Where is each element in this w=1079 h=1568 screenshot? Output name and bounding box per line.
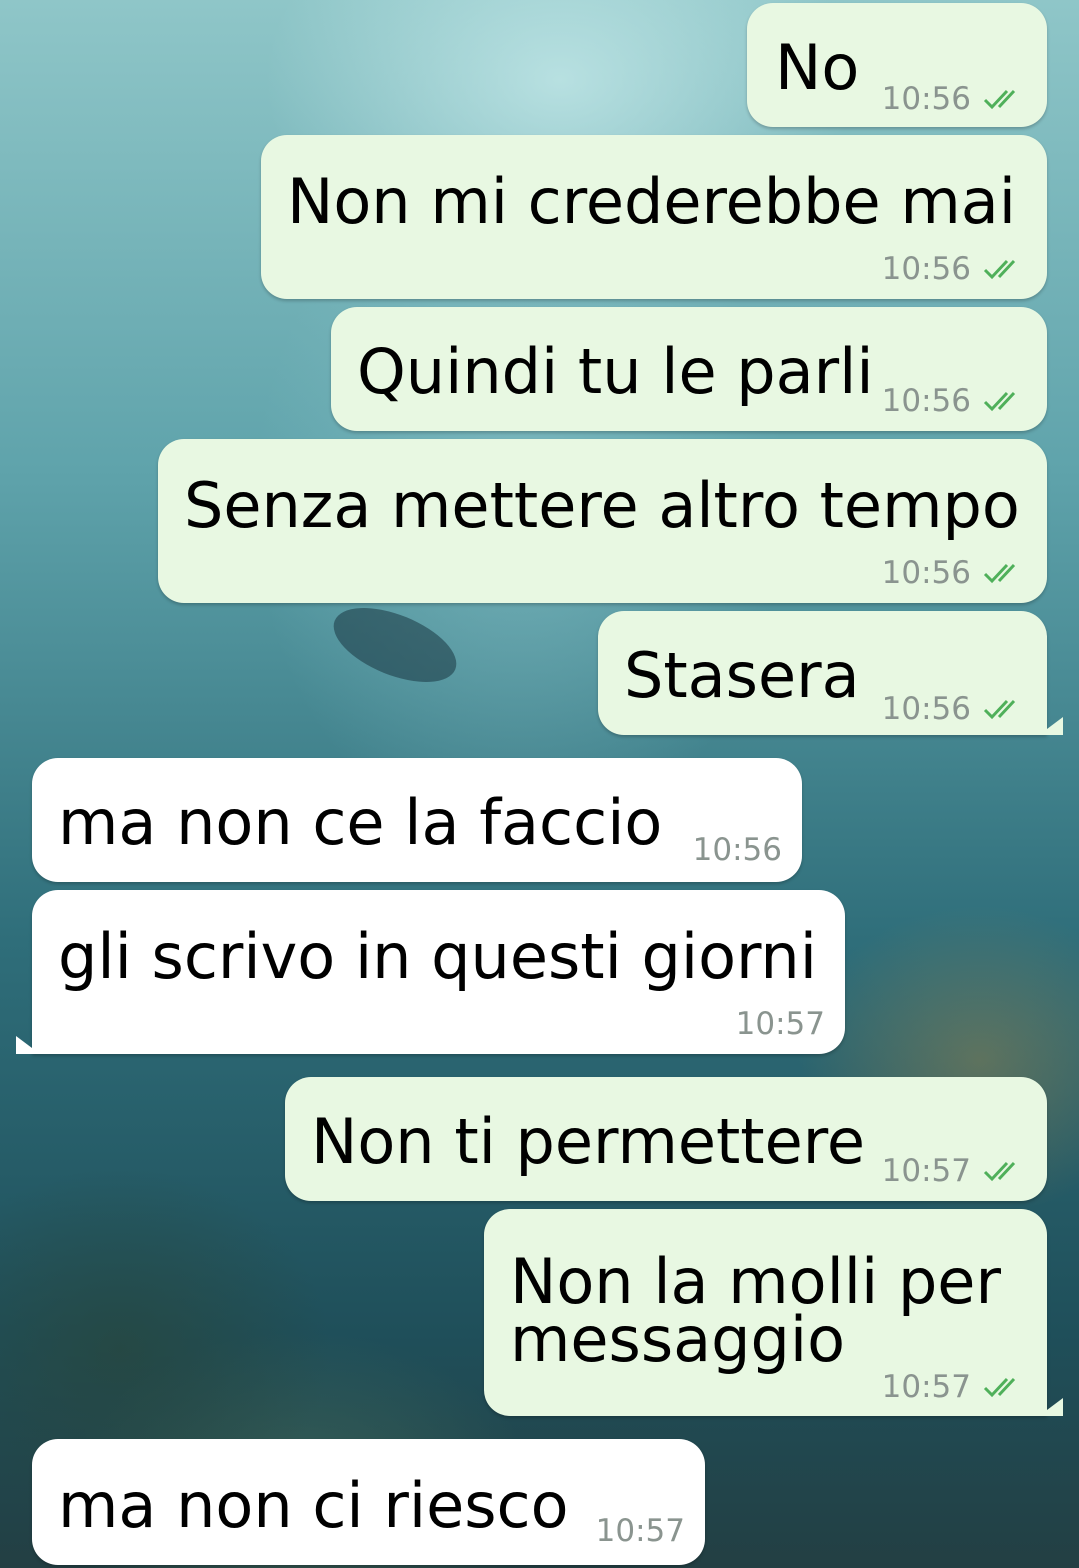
message-text: No [775, 31, 860, 104]
message-time: 10:56 [881, 251, 971, 287]
message-text: gli scrivo in questi giorni [58, 920, 817, 993]
outgoing-message[interactable]: Quindi tu le parli 10:56 [331, 307, 1047, 431]
incoming-message[interactable]: gli scrivo in questi giorni 10:57 [16, 890, 845, 1054]
message-time: 10:56 [881, 383, 971, 419]
message-meta: 10:56 [882, 555, 1027, 591]
read-double-check-icon [983, 1377, 1016, 1398]
bubble-tail [16, 1036, 40, 1054]
message-text: ma non ci riesco [58, 1469, 569, 1542]
message-time: 10:57 [595, 1513, 685, 1549]
message-meta: 10:57 [736, 1006, 825, 1042]
message-meta: 10:56 [693, 832, 782, 868]
message-text: Non mi crederebbe mai [287, 165, 1016, 238]
message-time: 10:56 [881, 691, 971, 727]
incoming-message[interactable]: ma non ce la faccio 10:56 [32, 758, 802, 882]
message-meta: 10:56 [882, 383, 1027, 419]
read-double-check-icon [983, 563, 1016, 584]
outgoing-message[interactable]: Stasera 10:56 [598, 611, 1063, 735]
read-double-check-icon [983, 259, 1016, 280]
message-time: 10:57 [881, 1153, 971, 1189]
message-text: Stasera [624, 639, 860, 712]
message-meta: 10:57 [882, 1369, 1027, 1405]
message-meta: 10:56 [882, 691, 1027, 727]
incoming-message[interactable]: ma non ci riesco 10:57 [32, 1439, 705, 1565]
message-time: 10:56 [881, 81, 971, 117]
outgoing-message[interactable]: No 10:56 [747, 3, 1047, 127]
message-text: ma non ce la faccio [58, 786, 663, 859]
message-meta: 10:57 [882, 1153, 1027, 1189]
outgoing-message[interactable]: Non mi crederebbe mai 10:56 [261, 135, 1047, 299]
read-double-check-icon [983, 699, 1016, 720]
message-meta: 10:56 [882, 81, 1027, 117]
message-meta: 10:57 [596, 1513, 685, 1549]
message-text: Senza mettere altro tempo [184, 469, 1020, 542]
read-double-check-icon [983, 391, 1016, 412]
message-time: 10:57 [735, 1006, 825, 1042]
outgoing-message[interactable]: Non la molli per messaggio 10:57 [484, 1209, 1063, 1416]
message-text: Non ti permettere [311, 1105, 866, 1178]
read-double-check-icon [983, 1161, 1016, 1182]
message-text: Quindi tu le parli [357, 335, 874, 408]
bubble-tail [1039, 1398, 1063, 1416]
outgoing-message[interactable]: Senza mettere altro tempo 10:56 [158, 439, 1047, 603]
read-double-check-icon [983, 89, 1016, 110]
wallpaper-fish [323, 592, 467, 698]
message-time: 10:56 [881, 555, 971, 591]
message-time: 10:57 [881, 1369, 971, 1405]
message-time: 10:56 [692, 832, 782, 868]
message-meta: 10:56 [882, 251, 1027, 287]
outgoing-message[interactable]: Non ti permettere 10:57 [285, 1077, 1047, 1201]
message-text-line2: messaggio [510, 1303, 846, 1376]
bubble-tail [1039, 717, 1063, 735]
